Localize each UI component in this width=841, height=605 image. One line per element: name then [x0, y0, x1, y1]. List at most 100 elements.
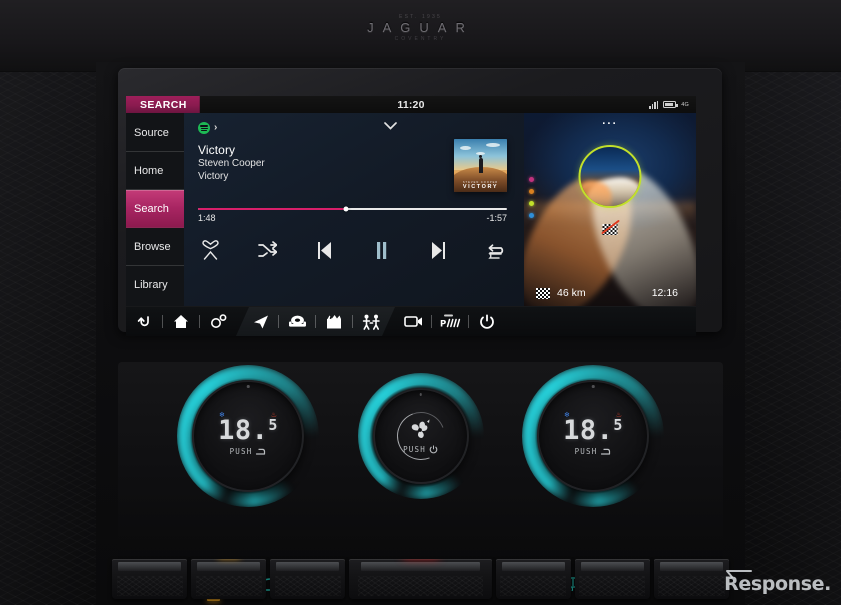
sidebar-item-source[interactable]: Source — [126, 114, 184, 152]
remaining-time: -1:57 — [486, 213, 507, 223]
fan-speed-dial[interactable]: PUSH — [357, 373, 484, 499]
media-button[interactable] — [316, 307, 352, 337]
dashboard-background: EST. 1935 JAGUAR COVENTRY SEARCH 11:20 4… — [0, 0, 841, 605]
chevron-right-icon[interactable]: › — [214, 123, 217, 133]
nav-page-dot-3[interactable] — [529, 201, 534, 206]
favorite-button[interactable] — [198, 238, 222, 262]
push-label: PUSH — [574, 446, 598, 456]
time-labels: 1:48 -1:57 — [198, 213, 507, 223]
temp-decimal: 5 — [268, 415, 278, 434]
progress-area[interactable]: 1:48 -1:57 — [198, 206, 507, 223]
album-art-figure — [478, 154, 483, 174]
temp-decimal: 5 — [613, 415, 623, 434]
spotify-icon[interactable] — [198, 122, 210, 134]
nav-destination-preview[interactable] — [578, 145, 642, 208]
navigation-button[interactable] — [242, 307, 278, 337]
rocker-switch[interactable] — [112, 559, 188, 599]
search-tab[interactable]: SEARCH — [126, 96, 200, 113]
dial-knob[interactable]: ❄ ♨ 18 . 5 PUSH — [537, 380, 649, 492]
center-console: SEARCH 11:20 4G Source Home Search Brows… — [96, 62, 745, 605]
now-playing-pane: › Victory Steven Cooper Victory STEVEN C… — [184, 113, 524, 306]
driver-assist-button[interactable] — [353, 307, 389, 337]
power-button[interactable] — [469, 307, 505, 337]
playback-controls — [198, 238, 507, 262]
temperature-value: 18 . 5 — [563, 417, 623, 444]
rocker-switch[interactable] — [653, 559, 729, 599]
next-track-button[interactable] — [426, 238, 450, 262]
checkered-flag-cancel-icon[interactable] — [601, 220, 620, 239]
infotainment-screen[interactable]: SEARCH 11:20 4G Source Home Search Brows… — [126, 96, 696, 336]
climate-control-panel: ❄ ♨ 18 . 5 PUSH PUSH ❄ ♨ 18 . 5 PUSH — [118, 362, 723, 562]
checkered-flag-icon — [536, 287, 550, 299]
head-unit-bezel: SEARCH 11:20 4G Source Home Search Brows… — [118, 68, 722, 336]
temp-separator: . — [251, 414, 269, 446]
push-hint: PUSH — [575, 447, 612, 456]
phone-button[interactable] — [279, 307, 315, 337]
passenger-temperature-dial[interactable]: ❄ ♨ 18 . 5 PUSH — [522, 365, 664, 507]
driver-temperature-dial[interactable]: ❄ ♨ 18 . 5 PUSH — [177, 365, 319, 507]
rocker-switch[interactable] — [495, 559, 571, 599]
dial-knob[interactable]: ❄ ♨ 18 . 5 PUSH — [192, 380, 304, 492]
seat-indicators: ❄ ♨ — [537, 412, 649, 419]
nav-more-button[interactable]: ··· — [524, 119, 696, 130]
album-art-cloud — [486, 143, 500, 147]
navigation-pane[interactable]: ··· 46 km 12:16 — [524, 113, 696, 306]
album-art[interactable]: STEVEN COOPER VICTORY — [454, 139, 507, 192]
pause-button[interactable] — [369, 238, 393, 262]
nav-distance: 46 km — [557, 287, 586, 299]
repeat-button[interactable] — [483, 238, 507, 262]
nav-eta: 12:16 — [651, 287, 678, 299]
nav-page-dots — [529, 177, 534, 218]
push-label: PUSH — [229, 446, 253, 456]
back-button[interactable] — [126, 307, 162, 337]
signal-bars-icon — [649, 100, 659, 109]
chevron-down-icon[interactable] — [384, 120, 397, 132]
rocker-switch[interactable] — [270, 559, 346, 599]
nav-page-dot-4[interactable] — [529, 213, 534, 218]
temp-integer: 18 — [218, 414, 252, 446]
seat-heat-icon: ♨ — [270, 412, 277, 420]
physical-switch-row — [112, 555, 729, 599]
sidebar-label: Search — [134, 202, 169, 215]
toolbar-right-group: P — [395, 307, 505, 336]
toolbar-left-group — [126, 307, 236, 336]
badge-brand: JAGUAR — [367, 20, 474, 35]
park-assist-button[interactable]: P — [432, 307, 468, 337]
right-leather-trim — [733, 0, 841, 605]
fan-level-arc — [388, 404, 453, 468]
connectivity-button[interactable] — [200, 307, 236, 337]
sidebar-label: Library — [134, 279, 168, 291]
source-row[interactable]: › — [198, 117, 514, 139]
rocker-switch[interactable] — [574, 559, 650, 599]
home-button[interactable] — [163, 307, 199, 337]
seat-indicators: ❄ ♨ — [192, 412, 304, 419]
network-label: 4G — [681, 101, 689, 108]
sidebar-item-library[interactable]: Library — [126, 266, 184, 304]
seat-icon — [601, 448, 611, 455]
progress-handle[interactable] — [343, 206, 349, 212]
camera-button[interactable] — [395, 307, 431, 337]
sidebar-item-home[interactable]: Home — [126, 152, 184, 190]
screen-body: Source Home Search Browse Library › Vict… — [126, 113, 696, 306]
system-toolbar: P — [126, 306, 696, 336]
sidebar-item-browse[interactable]: Browse — [126, 228, 184, 266]
status-indicators: 4G — [649, 100, 689, 109]
left-leather-trim — [0, 0, 108, 605]
response-watermark: Response. — [724, 570, 831, 595]
elapsed-time: 1:48 — [198, 213, 216, 223]
seat-icon — [256, 448, 266, 455]
hazard-rocker-switch[interactable] — [349, 559, 492, 599]
progress-fill — [198, 208, 347, 210]
sidebar-item-search[interactable]: Search — [126, 190, 184, 228]
seat-cool-icon: ❄ — [564, 412, 570, 420]
progress-track[interactable] — [198, 206, 507, 212]
nav-page-dot-1[interactable] — [529, 177, 534, 182]
shuffle-button[interactable] — [255, 238, 279, 262]
album-art-album-text: VICTORY — [462, 184, 499, 190]
previous-track-button[interactable] — [312, 238, 336, 262]
dial-knob[interactable]: PUSH — [372, 388, 469, 484]
rocker-switch[interactable] — [191, 559, 267, 599]
nav-page-dot-2[interactable] — [529, 189, 534, 194]
temperature-value: 18 . 5 — [218, 417, 278, 444]
sidebar-label: Home — [134, 164, 164, 177]
